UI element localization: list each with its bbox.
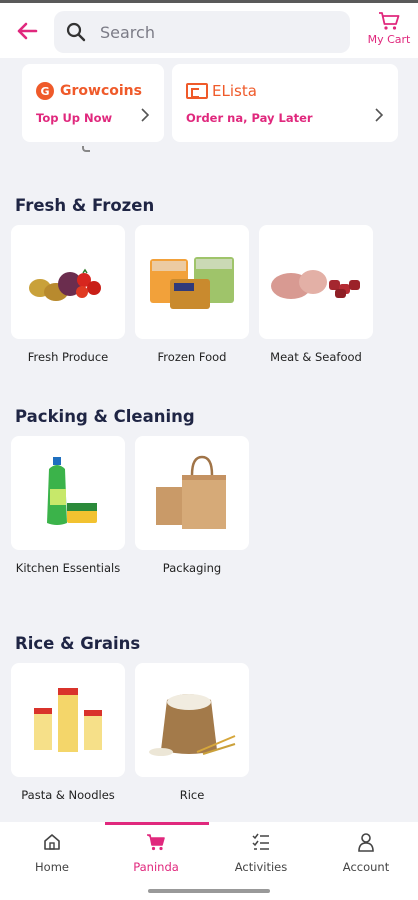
- elista-card[interactable]: ELista Order na, Pay Later: [172, 64, 398, 142]
- nav-label: Home: [35, 860, 69, 874]
- growcoins-title: Growcoins: [60, 83, 142, 99]
- checklist-icon: [252, 833, 269, 850]
- category-label: Kitchen Essentials: [15, 561, 121, 575]
- category-meat-seafood[interactable]: Meat & Seafood: [259, 225, 373, 365]
- category-label: Fresh Produce: [27, 350, 109, 364]
- growcoins-logo: G Growcoins: [36, 82, 142, 100]
- nav-label: Paninda: [133, 860, 179, 874]
- elista-title: ELista: [212, 82, 257, 100]
- cart-icon: [379, 12, 400, 30]
- scroll-hint-mark: [82, 146, 90, 152]
- back-button[interactable]: [12, 16, 42, 46]
- category-frozen-food[interactable]: Frozen Food: [135, 225, 249, 365]
- section-title-rice-grains: Rice & Grains: [15, 634, 141, 653]
- elista-subtitle: Order na, Pay Later: [186, 111, 313, 125]
- category-label: Pasta & Noodles: [21, 788, 115, 802]
- category-tile: [259, 225, 373, 339]
- search-bar[interactable]: [54, 11, 350, 53]
- chevron-right-icon: [375, 108, 384, 122]
- category-tile: [11, 663, 125, 777]
- category-pasta-noodles[interactable]: Pasta & Noodles: [11, 663, 125, 803]
- system-home-indicator[interactable]: [148, 889, 270, 893]
- category-tile: [135, 225, 249, 339]
- meat-seafood-image: [271, 270, 360, 299]
- category-rice[interactable]: Rice: [135, 663, 249, 803]
- arrow-left-icon: [17, 22, 38, 40]
- frozen-food-image: [150, 257, 234, 309]
- chevron-right-icon: [141, 108, 150, 122]
- nav-label: Activities: [234, 860, 288, 874]
- growcoins-subtitle: Top Up Now: [36, 111, 113, 125]
- pasta-noodles-image: [34, 688, 102, 752]
- search-input[interactable]: [100, 22, 320, 42]
- section-title-packing-cleaning: Packing & Cleaning: [15, 407, 195, 426]
- nav-home[interactable]: Home: [0, 822, 104, 900]
- fresh-produce-image: [29, 268, 101, 301]
- category-label: Rice: [179, 788, 205, 802]
- my-cart-button[interactable]: My Cart: [362, 11, 416, 53]
- category-label: Packaging: [162, 561, 222, 575]
- category-fresh-produce[interactable]: Fresh Produce: [11, 225, 125, 365]
- user-icon: [358, 833, 374, 852]
- category-tile: [11, 225, 125, 339]
- growcoins-badge-icon: G: [36, 82, 54, 100]
- category-label: Frozen Food: [157, 350, 227, 364]
- packaging-image: [156, 455, 226, 529]
- elista-logo: ELista: [186, 82, 257, 100]
- elista-logo-icon: [186, 83, 208, 99]
- nav-label: Account: [342, 860, 390, 874]
- category-packaging[interactable]: Packaging: [135, 436, 249, 576]
- kitchen-essentials-image: [47, 457, 97, 525]
- section-title-fresh-frozen: Fresh & Frozen: [15, 196, 155, 215]
- cart-label: My Cart: [367, 33, 411, 46]
- top-bar: My Cart: [0, 0, 418, 58]
- category-tile: [135, 436, 249, 550]
- rice-image: [149, 694, 236, 756]
- category-tile: [11, 436, 125, 550]
- category-tile: [135, 663, 249, 777]
- search-icon: [66, 22, 86, 42]
- cart-icon: [147, 834, 165, 851]
- category-label: Meat & Seafood: [270, 350, 362, 364]
- growcoins-card[interactable]: G Growcoins Top Up Now: [22, 64, 164, 142]
- home-icon: [44, 834, 60, 850]
- nav-account[interactable]: Account: [314, 822, 418, 900]
- category-kitchen-essentials[interactable]: Kitchen Essentials: [11, 436, 125, 576]
